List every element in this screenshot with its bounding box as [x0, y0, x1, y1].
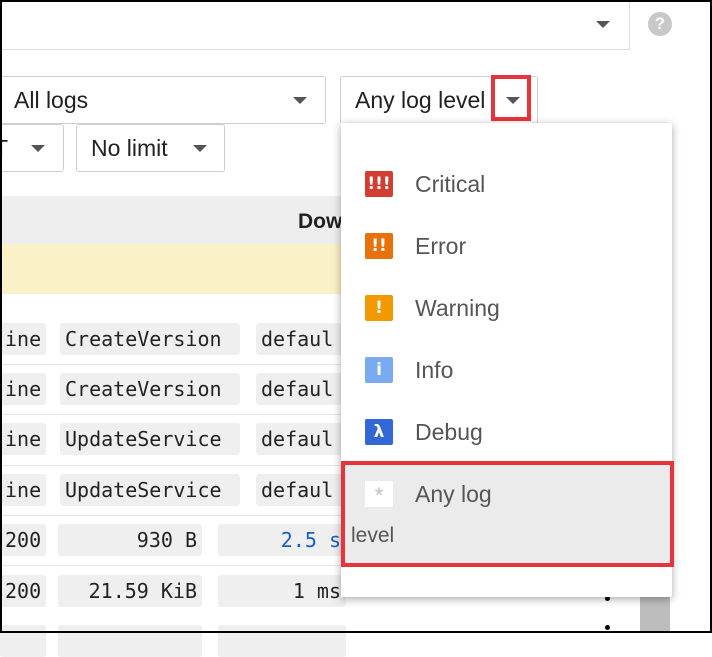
chevron-down-icon[interactable] [293, 97, 307, 104]
table-cell-method: CreateVersion [60, 323, 240, 355]
timezone-dropdown[interactable]: T [0, 124, 64, 172]
menu-item-warning[interactable]: ! Warning [341, 277, 672, 339]
table-cell-latency[interactable]: 2.5 s [218, 524, 346, 556]
chevron-down-icon[interactable] [193, 145, 207, 152]
log-level-label: Any log level [355, 87, 486, 113]
table-cell [0, 625, 46, 657]
error-icon: !! [365, 233, 393, 259]
table-cell: defaul [256, 423, 346, 455]
menu-item-label: Debug [415, 419, 483, 445]
log-source-dropdown[interactable]: All logs [0, 76, 326, 124]
menu-item-debug[interactable]: λ Debug [341, 401, 672, 463]
table-cell-size: 930 B [58, 524, 202, 556]
menu-item-info[interactable]: i Info [341, 339, 672, 401]
chevron-down-icon[interactable] [596, 21, 610, 28]
table-cell-status: 200 [0, 524, 46, 556]
debug-icon: λ [365, 419, 393, 445]
table-cell-size: 21.59 KiB [58, 575, 202, 607]
log-level-caret-highlight[interactable] [491, 75, 531, 121]
critical-icon: !!! [365, 171, 393, 197]
menu-item-critical[interactable]: !!! Critical [341, 153, 672, 215]
column-header-download: Dow [298, 210, 343, 233]
menu-item-label: Error [415, 233, 467, 259]
help-icon[interactable]: ? [648, 12, 672, 36]
table-cell-method: CreateVersion [60, 373, 240, 405]
limit-label: No limit [91, 135, 168, 161]
menu-item-label: Info [415, 357, 454, 383]
timezone-label: T [0, 135, 9, 161]
table-cell: ine [0, 323, 46, 355]
table-cell: defaul [256, 323, 346, 355]
table-cell: defaul [256, 474, 346, 506]
table-cell [58, 625, 202, 657]
table-cell-latency: 1 ms [218, 575, 346, 607]
chevron-down-icon[interactable] [31, 145, 45, 152]
menu-item-label: Critical [415, 171, 486, 197]
table-cell: ine [0, 373, 46, 405]
table-cell-status: 200 [0, 575, 46, 607]
table-cell-method: UpdateService [60, 474, 240, 506]
resource-selector[interactable] [0, 0, 630, 50]
table-cell-method: UpdateService [60, 423, 240, 455]
any-log-level-highlight [341, 461, 674, 567]
limit-dropdown[interactable]: No limit [76, 124, 225, 172]
log-source-label: All logs [14, 87, 89, 113]
info-icon: i [365, 357, 393, 383]
table-cell [218, 625, 346, 657]
table-cell: defaul [256, 373, 346, 405]
table-cell: ine [0, 474, 46, 506]
menu-item-label: Warning [415, 295, 500, 321]
warning-icon: ! [365, 295, 393, 321]
row-menu-icon[interactable] [605, 625, 610, 630]
table-cell: ine [0, 423, 46, 455]
menu-item-error[interactable]: !! Error [341, 215, 672, 277]
